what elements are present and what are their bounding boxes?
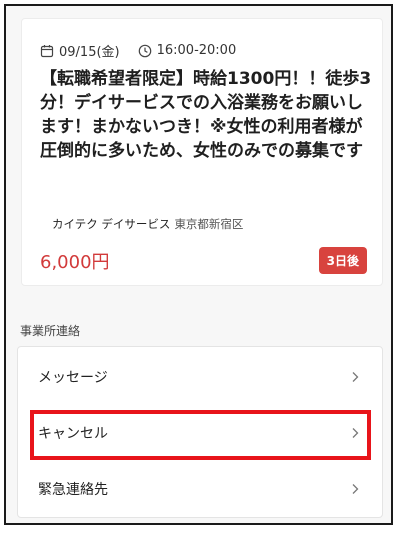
company-name: カイテク デイサービス	[52, 217, 171, 231]
job-card[interactable]: 09/15(金) 16:00-20:00 【転職希望者限定】時給1300円！！徒…	[21, 18, 383, 286]
job-company-line: カイテク デイサービス 東京都新宿区	[52, 216, 243, 232]
screen-frame: 09/15(金) 16:00-20:00 【転職希望者限定】時給1300円！！徒…	[4, 4, 393, 525]
company-location: 東京都新宿区	[174, 217, 244, 231]
job-schedule: 09/15(金) 16:00-20:00	[40, 41, 236, 60]
contact-list: メッセージ キャンセル 緊急連絡先	[17, 346, 383, 518]
job-title: 【転職希望者限定】時給1300円！！徒歩3分！デイサービスでの入浴業務をお願いし…	[40, 69, 372, 161]
contact-section-label: 事業所連絡	[20, 324, 81, 338]
days-until-badge: 3日後	[318, 247, 367, 274]
message-label: メッセージ	[38, 369, 108, 386]
chevron-right-icon	[350, 483, 360, 495]
message-item[interactable]: メッセージ	[18, 349, 382, 404]
emergency-contact-item[interactable]: 緊急連絡先	[18, 461, 382, 516]
chevron-right-icon	[350, 371, 360, 383]
emergency-contact-label: 緊急連絡先	[38, 481, 108, 498]
chevron-right-icon	[350, 427, 360, 439]
job-date: 09/15(金)	[59, 45, 120, 60]
clock-icon	[138, 44, 152, 58]
job-price: 6,000円	[40, 252, 110, 273]
cancel-label: キャンセル	[38, 425, 108, 442]
calendar-icon	[40, 44, 54, 58]
cancel-item[interactable]: キャンセル	[18, 405, 382, 460]
job-time: 16:00-20:00	[156, 43, 237, 58]
